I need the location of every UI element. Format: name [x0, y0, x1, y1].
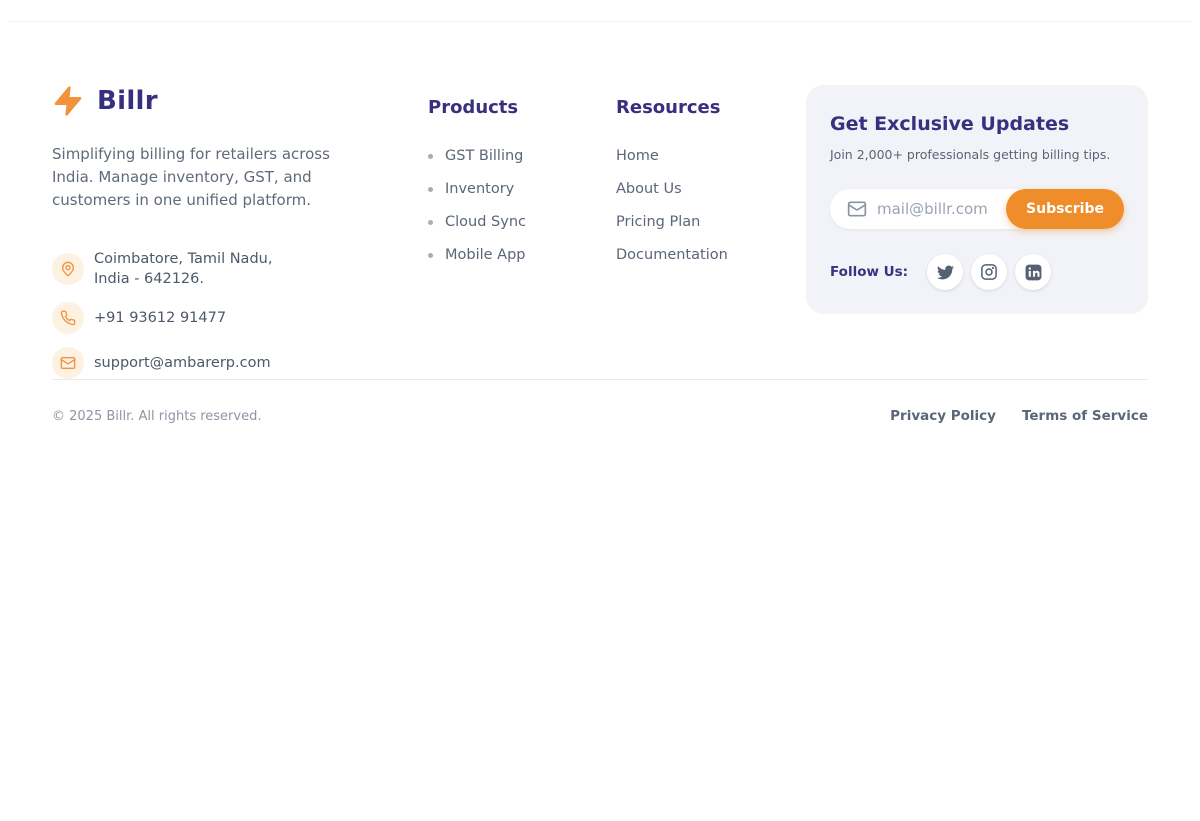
mail-icon [847, 199, 867, 219]
email-text: support@ambarerp.com [94, 355, 271, 371]
footer-main: Billr Simplifying billing for retailers … [52, 22, 1148, 379]
phone-icon [52, 302, 84, 334]
products-column: Products GST Billing Inventory Cloud Syn… [428, 85, 616, 263]
contact-list: Coimbatore, Tamil Nadu, India - 642126. … [52, 249, 428, 379]
linkedin-icon [1024, 263, 1043, 282]
brand-name: Billr [97, 86, 158, 116]
contact-address: Coimbatore, Tamil Nadu, India - 642126. [52, 249, 428, 289]
bullet-icon [428, 253, 433, 258]
link-label: Cloud Sync [445, 214, 526, 230]
location-pin-icon [52, 253, 84, 285]
address-text: Coimbatore, Tamil Nadu, India - 642126. [94, 249, 272, 289]
phone-text: +91 93612 91477 [94, 310, 226, 326]
resources-list: Home About Us Pricing Plan Documentation [616, 148, 804, 263]
products-link-cloud-sync[interactable]: Cloud Sync [428, 214, 616, 230]
contact-phone: +91 93612 91477 [52, 302, 428, 334]
subscribe-form: Subscribe [830, 189, 1124, 229]
legal-links: Privacy Policy Terms of Service [890, 408, 1148, 424]
brand-logo[interactable]: Billr [52, 85, 428, 117]
twitter-button[interactable] [927, 254, 963, 290]
products-link-inventory[interactable]: Inventory [428, 181, 616, 197]
newsletter-title: Get Exclusive Updates [830, 113, 1124, 135]
privacy-policy-link[interactable]: Privacy Policy [890, 408, 996, 424]
brand-column: Billr Simplifying billing for retailers … [52, 85, 428, 379]
products-list: GST Billing Inventory Cloud Sync Mobile … [428, 148, 616, 263]
terms-of-service-link[interactable]: Terms of Service [1022, 408, 1148, 424]
address-line1: Coimbatore, Tamil Nadu, [94, 251, 272, 267]
resources-link-about-us[interactable]: About Us [616, 181, 804, 197]
subscribe-button[interactable]: Subscribe [1006, 189, 1124, 229]
bullet-icon [428, 154, 433, 159]
address-line2: India - 642126. [94, 271, 204, 287]
footer: Billr Simplifying billing for retailers … [52, 22, 1148, 424]
newsletter-card: Get Exclusive Updates Join 2,000+ profes… [806, 85, 1148, 314]
resources-column: Resources Home About Us Pricing Plan Doc… [616, 85, 804, 263]
link-label: Documentation [616, 247, 728, 263]
social-links [927, 254, 1051, 290]
lightning-bolt-icon [52, 85, 84, 117]
bottom-bar: © 2025 Billr. All rights reserved. Priva… [52, 379, 1148, 424]
newsletter-subtitle: Join 2,000+ professionals getting billin… [830, 147, 1124, 162]
resources-link-documentation[interactable]: Documentation [616, 247, 804, 263]
products-title: Products [428, 97, 616, 118]
follow-row: Follow Us: [830, 254, 1124, 290]
resources-link-pricing-plan[interactable]: Pricing Plan [616, 214, 804, 230]
brand-description: Simplifying billing for retailers across… [52, 143, 372, 212]
instagram-button[interactable] [971, 254, 1007, 290]
newsletter-email-input[interactable] [877, 200, 1027, 218]
copyright-text: © 2025 Billr. All rights reserved. [52, 409, 261, 424]
twitter-icon [937, 264, 954, 281]
link-label: Mobile App [445, 247, 526, 263]
products-link-gst-billing[interactable]: GST Billing [428, 148, 616, 164]
resources-title: Resources [616, 97, 804, 118]
link-label: Inventory [445, 181, 514, 197]
contact-email: support@ambarerp.com [52, 347, 428, 379]
link-label: Home [616, 148, 659, 164]
link-label: About Us [616, 181, 682, 197]
follow-us-label: Follow Us: [830, 264, 908, 280]
envelope-icon [52, 347, 84, 379]
instagram-icon [980, 263, 998, 281]
bullet-icon [428, 187, 433, 192]
linkedin-button[interactable] [1015, 254, 1051, 290]
link-label: Pricing Plan [616, 214, 700, 230]
resources-link-home[interactable]: Home [616, 148, 804, 164]
products-link-mobile-app[interactable]: Mobile App [428, 247, 616, 263]
bullet-icon [428, 220, 433, 225]
link-label: GST Billing [445, 148, 523, 164]
